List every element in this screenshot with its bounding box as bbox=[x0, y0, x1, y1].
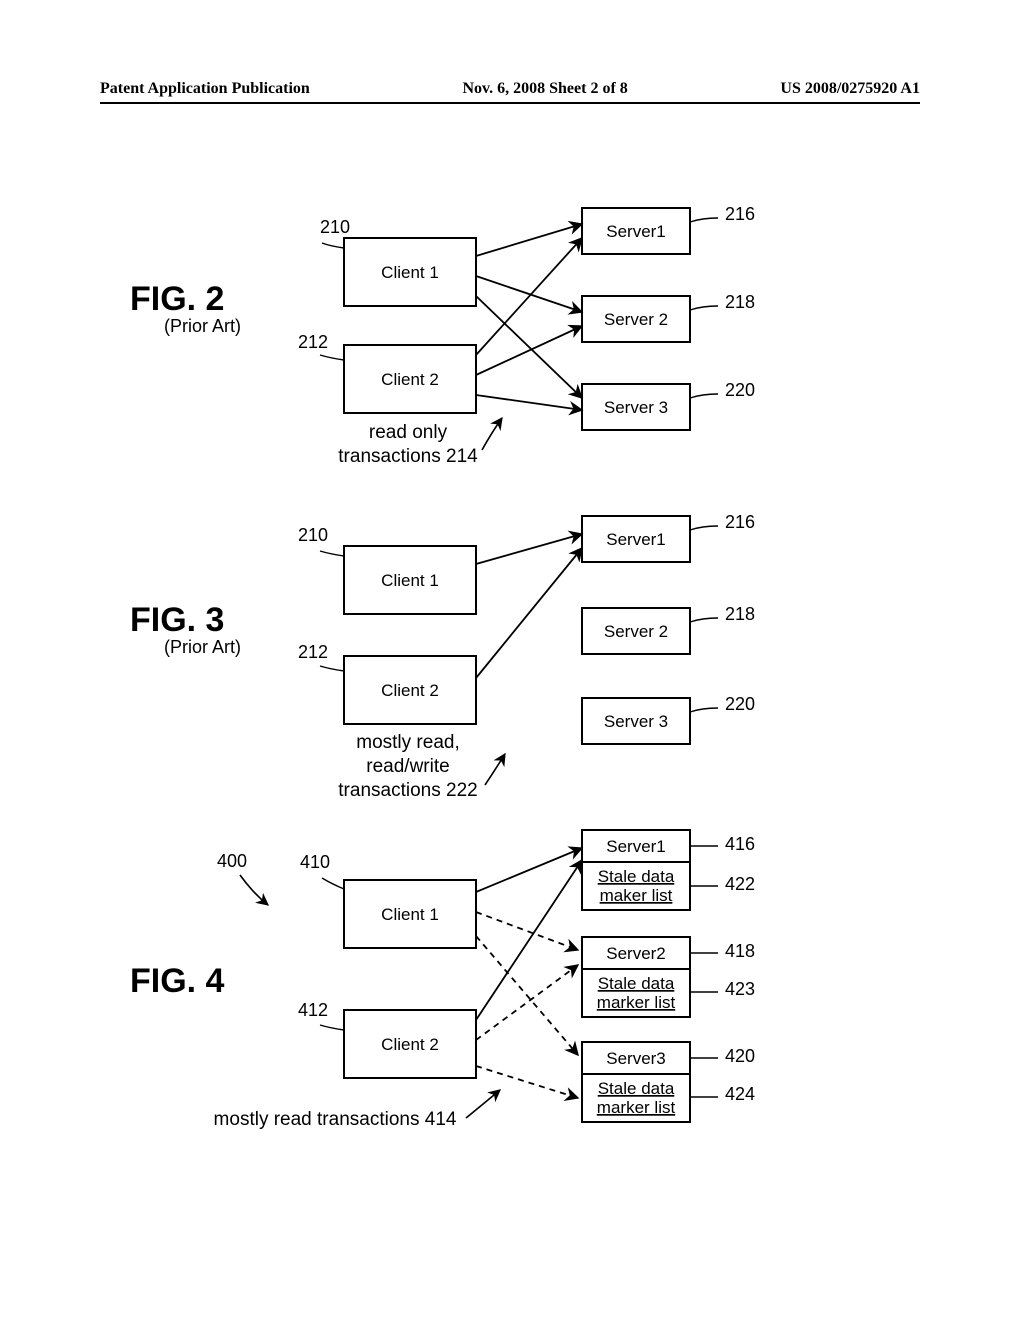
fig4-ref-sd1: 422 bbox=[725, 874, 755, 894]
fig4-ref-sd3: 424 bbox=[725, 1084, 755, 1104]
fig4-ref-s2: 418 bbox=[725, 941, 755, 961]
fig4-arrow-c2-s3 bbox=[476, 1066, 578, 1098]
fig4-ref-fig: 400 bbox=[217, 851, 247, 871]
fig3-lead-s2 bbox=[690, 618, 718, 622]
fig2-ref-c2: 212 bbox=[298, 332, 328, 352]
fig4-stale-1b: maker list bbox=[600, 886, 673, 905]
fig2-server-2-label: Server 2 bbox=[604, 310, 668, 329]
fig4-server-2-label: Server2 bbox=[606, 944, 666, 963]
fig2-lead-s2 bbox=[690, 306, 718, 310]
fig2-subtitle: (Prior Art) bbox=[164, 316, 241, 336]
fig4-ref-sd2: 423 bbox=[725, 979, 755, 999]
fig3-lead-c1 bbox=[320, 551, 344, 556]
fig4-stale-1a: Stale data bbox=[598, 867, 675, 886]
fig2-client-1-label: Client 1 bbox=[381, 263, 439, 282]
fig4-ref-c1: 410 bbox=[300, 852, 330, 872]
page: Patent Application Publication Nov. 6, 2… bbox=[0, 0, 1024, 1320]
fig2-arrow-c2-s1 bbox=[476, 238, 582, 355]
fig2-caption-line1: read only bbox=[369, 422, 448, 443]
fig2-arrow-c2-s3 bbox=[476, 395, 582, 410]
fig-2: FIG. 2 (Prior Art) Client 1 210 Client 2… bbox=[130, 204, 755, 467]
fig2-client-2-label: Client 2 bbox=[381, 370, 439, 389]
fig3-client-1-label: Client 1 bbox=[381, 571, 439, 590]
fig3-caption-line2: read/write bbox=[366, 756, 449, 777]
fig4-stale-3a: Stale data bbox=[598, 1079, 675, 1098]
fig4-lead-c1 bbox=[322, 878, 344, 889]
fig4-arrow-c2-s2 bbox=[476, 965, 578, 1040]
fig3-server-1-label: Server1 bbox=[606, 530, 666, 549]
fig4-server-3-label: Server3 bbox=[606, 1049, 666, 1068]
fig4-client-1-label: Client 1 bbox=[381, 905, 439, 924]
fig2-arrow-c2-s2 bbox=[476, 326, 582, 375]
fig4-stale-2a: Stale data bbox=[598, 974, 675, 993]
fig2-title: FIG. 2 bbox=[130, 280, 224, 318]
fig-4: FIG. 4 400 Client 1 410 Client 2 412 Ser… bbox=[130, 830, 755, 1130]
fig3-ref-s2: 218 bbox=[725, 604, 755, 624]
fig3-server-2-label: Server 2 bbox=[604, 622, 668, 641]
fig2-ref-s3: 220 bbox=[725, 380, 755, 400]
fig4-ref-s3: 420 bbox=[725, 1046, 755, 1066]
fig4-arrow-c2-s1 bbox=[476, 860, 582, 1020]
fig3-lead-s1 bbox=[690, 526, 718, 530]
fig3-arrow-c1-s1 bbox=[476, 534, 582, 564]
fig3-ref-s1: 216 bbox=[725, 512, 755, 532]
fig3-caption-line3: transactions 222 bbox=[338, 780, 477, 801]
fig4-stale-2b: marker list bbox=[597, 993, 676, 1012]
fig2-ref-s2: 218 bbox=[725, 292, 755, 312]
fig3-subtitle: (Prior Art) bbox=[164, 637, 241, 657]
fig2-arrow-c1-s3 bbox=[476, 296, 582, 398]
fig4-ref-c2: 412 bbox=[298, 1000, 328, 1020]
fig3-lead-c2 bbox=[320, 666, 344, 671]
fig4-stale-3b: marker list bbox=[597, 1098, 676, 1117]
fig4-server-1-label: Server1 bbox=[606, 837, 666, 856]
fig2-lead-c2 bbox=[320, 355, 344, 360]
fig3-ref-s3: 220 bbox=[725, 694, 755, 714]
fig2-caption-line2: transactions 214 bbox=[338, 446, 478, 467]
fig3-client-2-label: Client 2 bbox=[381, 681, 439, 700]
fig4-caption: mostly read transactions 414 bbox=[214, 1109, 457, 1130]
fig4-ref-fig-leader bbox=[240, 875, 268, 905]
fig4-lead-c2 bbox=[320, 1025, 344, 1030]
fig3-ref-c1: 210 bbox=[298, 525, 328, 545]
fig2-server-3-label: Server 3 bbox=[604, 398, 668, 417]
fig2-arrow-c1-s1 bbox=[476, 224, 582, 256]
fig2-ref-s1: 216 bbox=[725, 204, 755, 224]
fig3-lead-s3 bbox=[690, 708, 718, 712]
fig2-lead-s3 bbox=[690, 394, 718, 398]
fig3-server-3-label: Server 3 bbox=[604, 712, 668, 731]
fig3-ref-c2: 212 bbox=[298, 642, 328, 662]
fig2-caption-leader bbox=[482, 418, 502, 450]
fig3-arrow-c2-s1 bbox=[476, 548, 582, 678]
fig4-client-2-label: Client 2 bbox=[381, 1035, 439, 1054]
fig2-lead-s1 bbox=[690, 218, 718, 222]
fig2-arrow-c1-s2 bbox=[476, 276, 582, 312]
fig3-title: FIG. 3 bbox=[130, 601, 224, 639]
fig-3: FIG. 3 (Prior Art) Client 1 210 Client 2… bbox=[130, 512, 755, 801]
fig3-caption-line1: mostly read, bbox=[356, 732, 459, 753]
fig2-ref-c1: 210 bbox=[320, 217, 350, 237]
fig3-caption-leader bbox=[485, 754, 505, 785]
fig4-ref-s1: 416 bbox=[725, 834, 755, 854]
fig4-title: FIG. 4 bbox=[130, 962, 225, 1000]
fig4-caption-leader bbox=[466, 1090, 500, 1118]
fig2-lead-c1 bbox=[322, 243, 344, 248]
fig2-server-1-label: Server1 bbox=[606, 222, 666, 241]
diagram-canvas: FIG. 2 (Prior Art) Client 1 210 Client 2… bbox=[0, 0, 1024, 1320]
